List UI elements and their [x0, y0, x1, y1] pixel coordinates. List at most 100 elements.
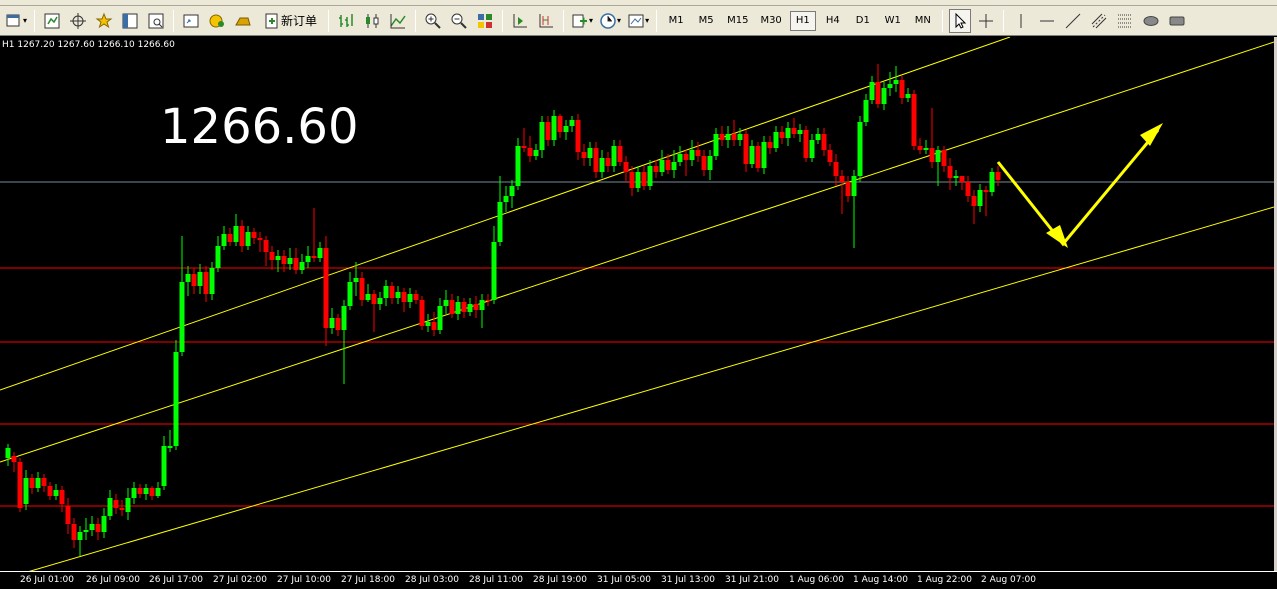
candlestick-icon — [366, 13, 379, 28]
bearish-candle — [941, 150, 947, 166]
channel-tool-button[interactable] — [1088, 9, 1110, 33]
horizontal-line-icon — [1039, 20, 1054, 21]
bearish-candle — [701, 156, 707, 170]
bullish-candle — [509, 186, 515, 196]
timeframe-m5[interactable]: M5 — [693, 11, 719, 31]
bearish-candle — [929, 148, 935, 162]
indicators-button[interactable]: ▾ — [570, 9, 594, 33]
new-order-button[interactable]: 新订单 — [258, 9, 322, 33]
ellipse-tool-button[interactable] — [1140, 9, 1162, 33]
toolbar-separator — [502, 9, 504, 32]
fibonacci-icon — [1117, 14, 1132, 27]
cursor-tool-button[interactable] — [948, 8, 971, 33]
line-chart-icon — [390, 13, 406, 28]
price-chart[interactable]: H1 1267.20 1267.60 1266.10 1266.60 1266.… — [0, 37, 1277, 571]
tile-windows-button[interactable] — [474, 9, 496, 33]
bullish-candle — [893, 80, 899, 84]
bearish-candle — [629, 172, 635, 188]
bearish-candle — [959, 176, 965, 182]
new-chart-button[interactable]: ▾ — [4, 9, 28, 33]
timeframe-h4[interactable]: H4 — [820, 11, 846, 31]
time-axis: 726 Jul 01:0026 Jul 09:0026 Jul 17:0027 … — [0, 571, 1277, 589]
bearish-candle — [449, 300, 455, 314]
bullish-candle — [761, 142, 767, 168]
bullish-candle — [299, 262, 305, 270]
expert-advisors-button[interactable] — [206, 9, 228, 33]
bar-chart-button[interactable] — [335, 9, 357, 33]
bullish-candle — [23, 478, 29, 504]
zoom-in-button[interactable] — [422, 9, 444, 33]
bullish-candle — [89, 524, 95, 530]
navigator-icon — [122, 13, 138, 28]
timeframe-m30[interactable]: M30 — [756, 11, 785, 31]
bearish-candle — [821, 134, 827, 150]
bearish-candle — [521, 146, 527, 148]
candle-chart-button[interactable] — [361, 9, 383, 33]
bearish-candle — [431, 322, 437, 330]
bullish-candle — [851, 176, 857, 196]
timeframe-m1[interactable]: M1 — [663, 11, 689, 31]
timeframe-d1[interactable]: D1 — [850, 11, 876, 31]
bearish-candle — [149, 488, 155, 496]
bearish-candle — [641, 172, 647, 186]
bullish-candle — [215, 246, 221, 268]
zoom-out-button[interactable] — [448, 9, 470, 33]
bearish-candle — [683, 154, 689, 160]
templates-button[interactable]: ▾ — [626, 9, 650, 33]
time-axis-label: 27 Jul 02:00 — [213, 575, 267, 585]
terminal-icon — [148, 13, 164, 28]
timeframe-w1[interactable]: W1 — [880, 11, 906, 31]
autoscroll-icon — [513, 13, 528, 27]
trendline-tool-button[interactable] — [1062, 9, 1084, 33]
timeframe-h1[interactable]: H1 — [789, 10, 816, 31]
crosshair-tool-button[interactable] — [975, 9, 997, 33]
favorites-button[interactable] — [93, 9, 115, 33]
timeframe-mn[interactable]: MN — [910, 11, 936, 31]
chart-shift-button[interactable] — [535, 9, 557, 33]
bearish-candle — [473, 304, 479, 310]
crosshair-nav-button[interactable] — [67, 9, 89, 33]
periods-button[interactable]: ▾ — [598, 9, 622, 33]
bullish-candle — [677, 154, 683, 162]
terminal-button[interactable] — [145, 9, 167, 33]
bullish-candle — [869, 82, 875, 100]
time-axis-label: 1 Aug 06:00 — [789, 575, 844, 585]
bearish-candle — [605, 158, 611, 166]
line-chart-button[interactable] — [387, 9, 409, 33]
bullish-candle — [53, 490, 59, 496]
bullish-candle — [161, 446, 167, 486]
bullish-candle — [953, 176, 959, 178]
zoom-in-icon — [425, 13, 441, 29]
history-center-button[interactable] — [232, 9, 254, 33]
bullish-candle — [83, 530, 89, 532]
bullish-candle — [185, 274, 191, 282]
bearish-candle — [281, 256, 287, 264]
fullscreen-button[interactable] — [180, 9, 202, 33]
horizontal-line-tool-button[interactable] — [1036, 9, 1058, 33]
bullish-candle — [659, 160, 665, 172]
toolbar-separator — [415, 9, 417, 32]
tile-windows-icon — [478, 13, 493, 28]
toolbar-separator — [1002, 9, 1004, 32]
vertical-line-tool-button[interactable] — [1010, 9, 1032, 33]
bullish-candle — [443, 300, 449, 306]
bullish-candle — [491, 242, 497, 300]
timeframe-m15[interactable]: M15 — [723, 11, 752, 31]
forecast-arrow-head-up — [1140, 123, 1163, 146]
time-axis-label: 27 Jul 10:00 — [277, 575, 331, 585]
navigator-button[interactable] — [119, 9, 141, 33]
bearish-candle — [119, 508, 125, 510]
rectangle-tool-button[interactable] — [1166, 9, 1188, 33]
bar-chart-icon — [339, 13, 353, 27]
fibonacci-tool-button[interactable] — [1114, 9, 1136, 33]
market-watch-button[interactable] — [41, 9, 63, 33]
bearish-candle — [485, 300, 491, 301]
bearish-candle — [29, 478, 35, 488]
bearish-candle — [527, 148, 533, 156]
time-axis-label: 31 Jul 21:00 — [725, 575, 779, 585]
autoscroll-button[interactable] — [509, 9, 531, 33]
bullish-candle — [197, 272, 203, 286]
ohlc-readout: H1 1267.20 1267.60 1266.10 1266.60 — [2, 40, 175, 50]
bearish-candle — [335, 318, 341, 330]
trendline-icon — [1065, 13, 1081, 28]
